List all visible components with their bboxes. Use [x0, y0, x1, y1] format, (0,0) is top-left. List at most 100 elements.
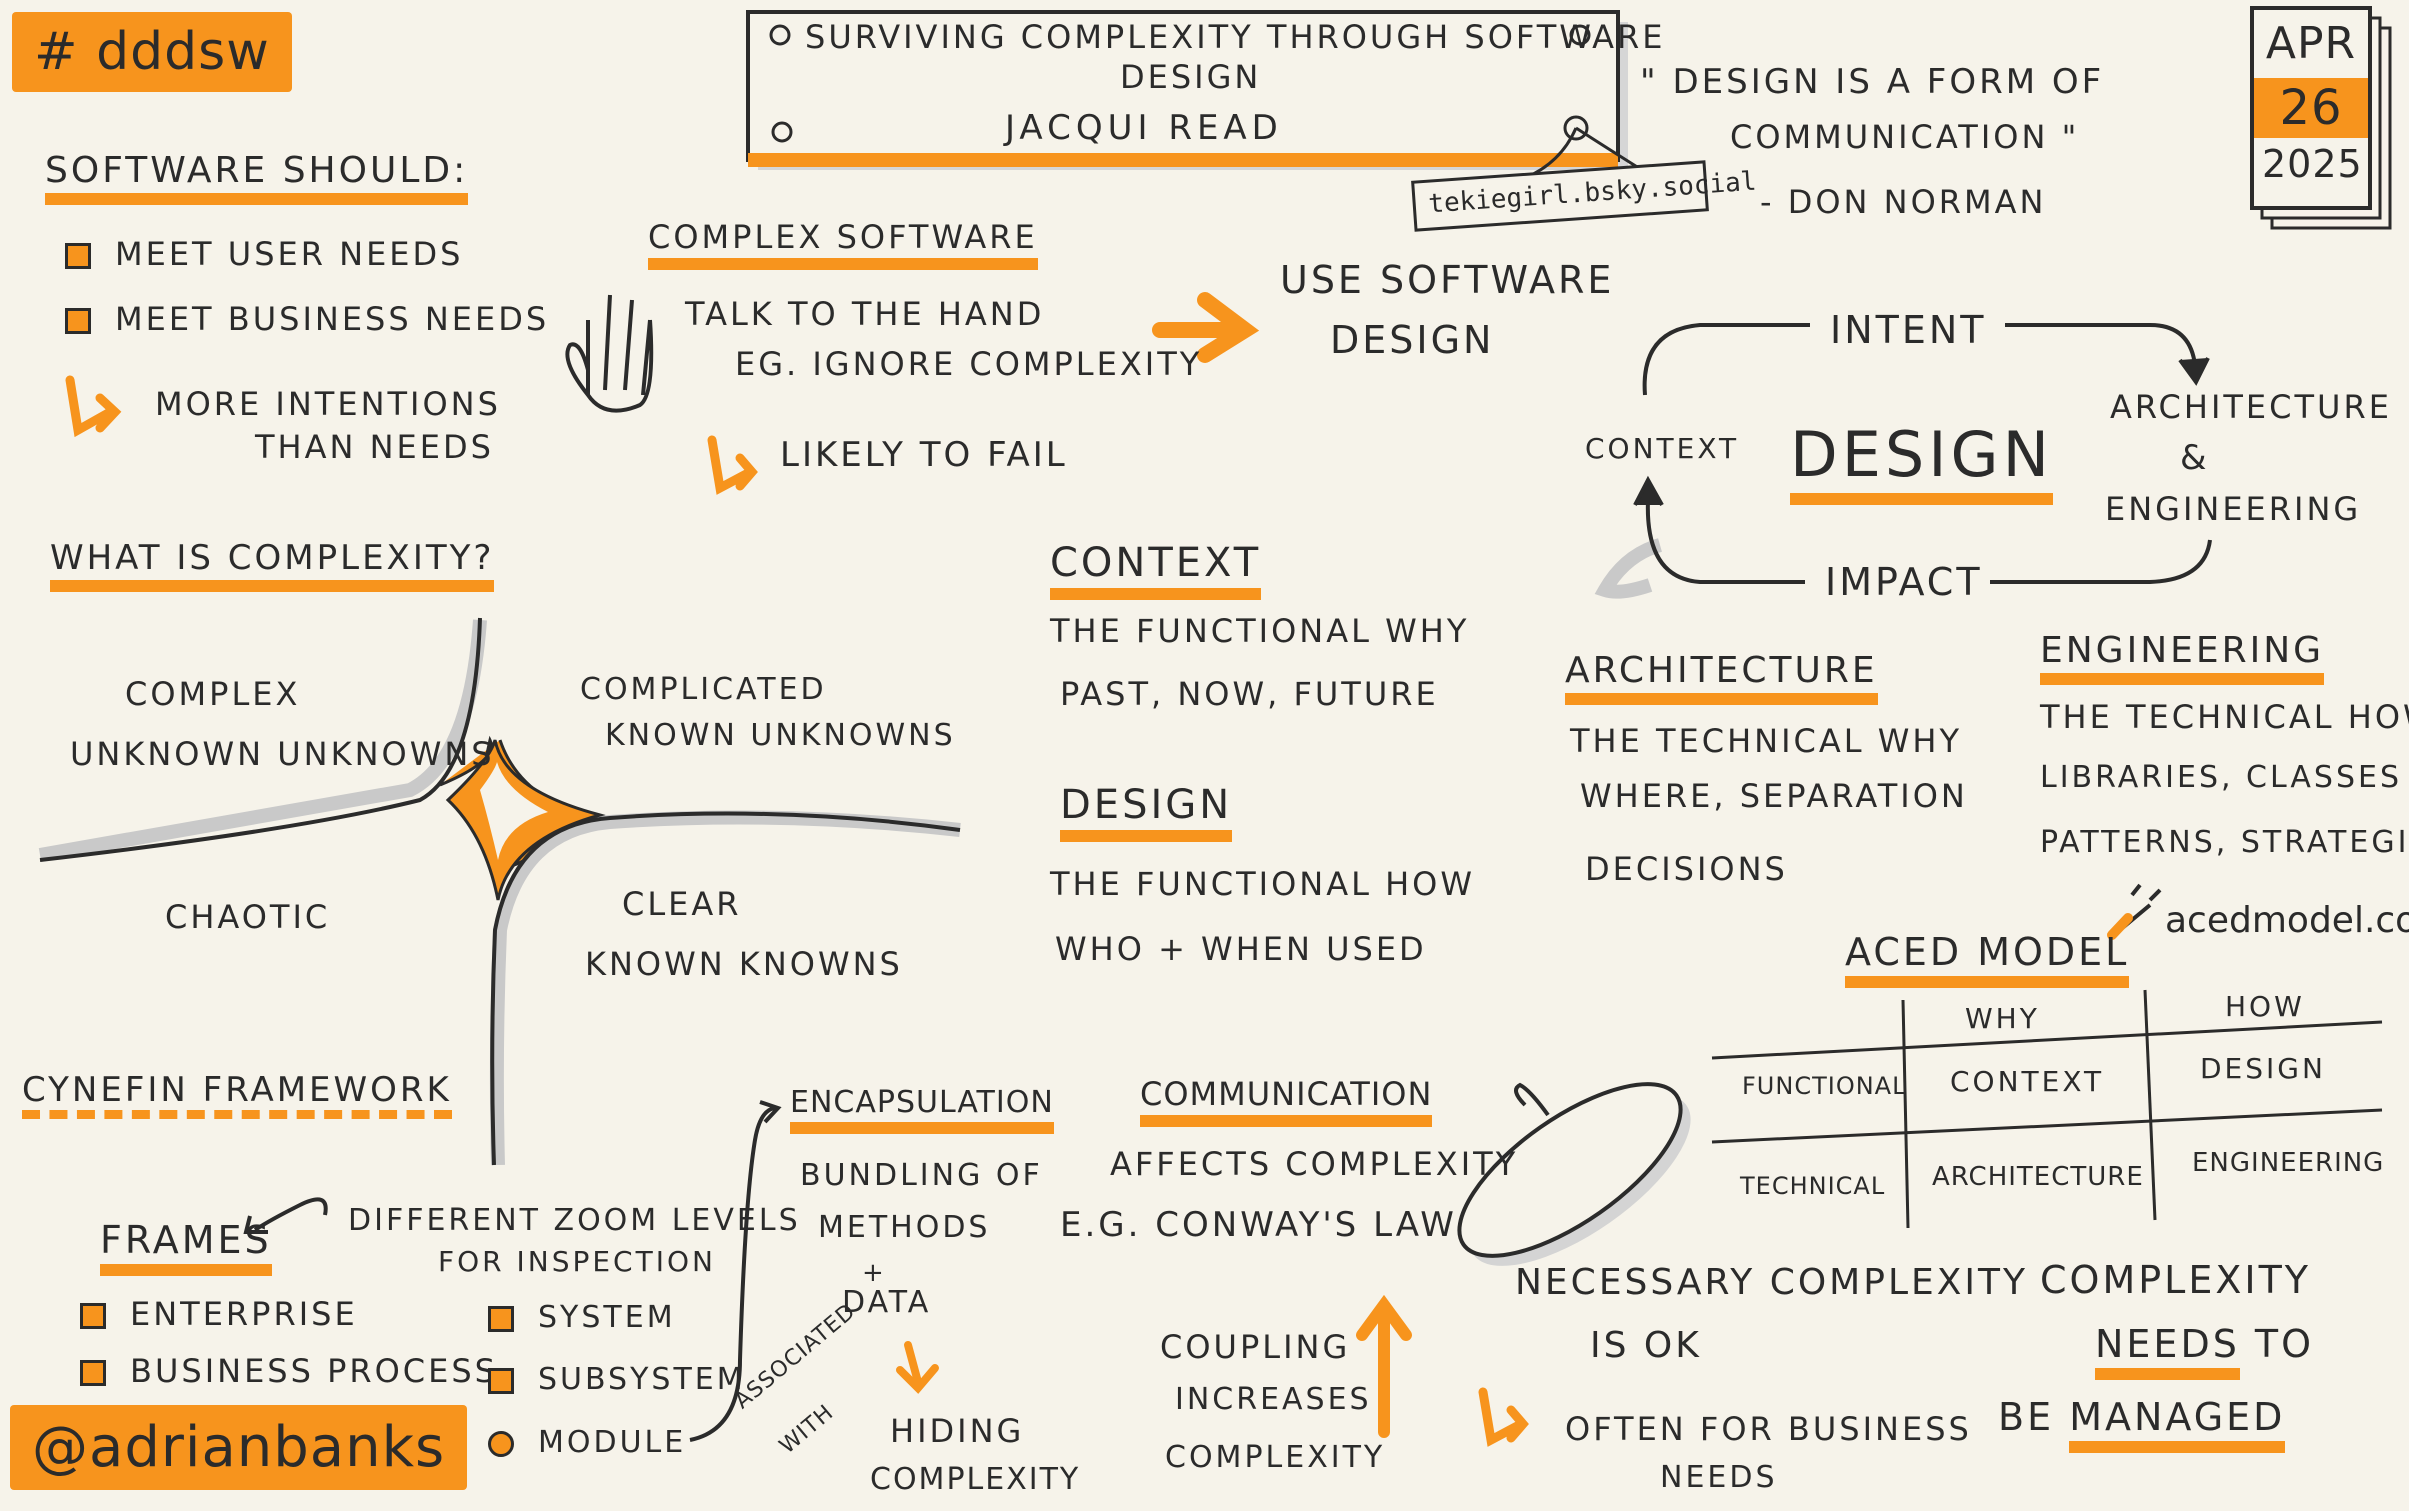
hiding-line1: Hiding	[890, 1412, 1025, 1450]
ignore-complexity-text: eg. Ignore complexity	[735, 345, 1203, 383]
speaker-name: Jacqui Read	[1005, 108, 1283, 148]
managed-word: managed	[2069, 1395, 2286, 1453]
down-arrow-icon	[896, 1341, 939, 1394]
managed-line3: be managed	[1998, 1395, 2286, 1453]
communication-heading: Communication	[1140, 1075, 1433, 1127]
coupling-line2: increases	[1175, 1382, 1372, 1417]
managed-line1: Complexity	[2040, 1258, 2311, 1302]
list-item: Meet business needs	[65, 300, 549, 338]
coupling-line1: Coupling	[1160, 1328, 1351, 1366]
bullet-icon	[80, 1303, 106, 1329]
aced-row-technical: Technical	[1740, 1172, 1886, 1200]
aced-col-why: Why	[1965, 1002, 2040, 1035]
calendar-month: Apr	[2265, 18, 2357, 69]
architecture-line2: Where, separation	[1580, 777, 1968, 815]
design-line2: Who + when used	[1055, 930, 1427, 968]
list-item: Meet user needs	[65, 235, 463, 273]
list-item: System	[488, 1300, 676, 1335]
aced-model-heading-text: ACED model	[1845, 930, 2130, 988]
cynefin-clear: Clear	[622, 885, 742, 923]
what-is-complexity-heading: What is complexity?	[50, 538, 495, 592]
cynefin-complicated: Complicated	[580, 672, 827, 707]
result-arrow-icon	[65, 375, 122, 438]
managed-be: be	[1998, 1395, 2055, 1439]
quote-author: - Don Norman	[1760, 183, 2047, 221]
complex-software-heading-text: Complex software	[648, 218, 1038, 270]
communication-line1: Affects complexity	[1110, 1145, 1519, 1183]
bullet-icon	[488, 1430, 514, 1457]
aced-model-heading: ACED model	[1845, 930, 2130, 988]
aced-col-how: How	[2225, 990, 2305, 1023]
aced-model-url[interactable]: acedmodel.com	[2165, 900, 2409, 941]
software-should-heading-text: Software should:	[45, 150, 469, 205]
managed-line2: needs to	[2095, 1322, 2314, 1380]
bullet-icon	[488, 1367, 514, 1394]
design-heading-text: Design	[1060, 782, 1233, 842]
author-handle-badge[interactable]: @adrianbanks	[10, 1405, 468, 1490]
cynefin-complex: Complex	[125, 675, 301, 713]
architecture-line3: Decisions	[1585, 850, 1788, 888]
necessary-line2: is OK	[1590, 1325, 1702, 1366]
use-software-design-line2: design	[1330, 318, 1495, 362]
list-item-label: System	[538, 1300, 676, 1335]
frames-heading: Frames	[100, 1218, 272, 1276]
use-software-design-line1: Use software	[1280, 258, 1615, 302]
encapsulation-heading: Encapsulation	[790, 1085, 1054, 1134]
architecture-line1: The technical why	[1570, 722, 1963, 760]
design-line1: The functional how	[1050, 865, 1475, 903]
bullet-icon	[65, 308, 91, 334]
encapsulation-line3: +	[862, 1258, 887, 1288]
encapsulation-line2: methods	[818, 1210, 991, 1245]
cycle-impact: Impact	[1825, 560, 1983, 604]
encapsulation-line1: Bundling of	[800, 1158, 1043, 1193]
communication-line2: e.g. Conway's law	[1060, 1205, 1457, 1245]
list-item-label: Enterprise	[130, 1295, 358, 1333]
talk-title-line1: Surviving complexity through software	[805, 18, 1666, 56]
result-arrow-icon	[1478, 1387, 1529, 1447]
context-heading: Context	[1050, 540, 1262, 600]
engineering-heading: Engineering	[2040, 630, 2325, 685]
frames-note-line2: for inspection	[438, 1245, 716, 1278]
bullet-icon	[80, 1360, 106, 1386]
complex-software-heading: Complex software	[648, 218, 1038, 270]
coupling-line3: complexity	[1165, 1440, 1386, 1475]
list-item-label: Module	[538, 1425, 687, 1460]
engineering-line3: Patterns, strategies	[2040, 825, 2409, 860]
aced-cell-design: Design	[2200, 1052, 2326, 1085]
frames-note-line1: Different zoom levels	[348, 1203, 801, 1238]
cynefin-framework-label: Cynefin framework	[22, 1070, 452, 1119]
cycle-context: Context	[1585, 432, 1740, 465]
hiding-line2: complexity	[870, 1462, 1081, 1497]
necessary-note-line1: Often for business	[1565, 1410, 1972, 1448]
cynefin-chaotic: Chaotic	[165, 898, 331, 936]
list-item-label: Subsystem	[538, 1362, 746, 1397]
aced-cell-architecture: Architecture	[1932, 1162, 2144, 1192]
talk-title-line2: design	[1120, 58, 1262, 96]
engineering-line1: The technical how	[2040, 698, 2409, 736]
communication-heading-text: Communication	[1140, 1075, 1433, 1127]
list-item: Module	[488, 1425, 686, 1460]
result-arrow-icon	[707, 435, 758, 495]
quote-line1: " Design is a form of	[1640, 62, 2105, 102]
cynefin-clear-desc: Known knowns	[585, 945, 903, 983]
calendar-day: 26	[2279, 80, 2343, 136]
bullet-icon	[65, 243, 91, 269]
likely-to-fail-text: Likely to fail	[780, 435, 1068, 475]
engineering-heading-text: Engineering	[2040, 630, 2325, 685]
calendar-year: 2025	[2262, 142, 2363, 186]
bullet-icon	[488, 1305, 514, 1332]
cynefin-complex-desc: Unknown unknowns	[70, 735, 495, 773]
software-should-heading: Software should:	[45, 150, 469, 205]
list-item: Enterprise	[80, 1295, 358, 1333]
cycle-intent: Intent	[1830, 308, 1987, 352]
talk-to-hand-text: Talk to the hand	[685, 295, 1045, 333]
list-item: Subsystem	[488, 1362, 746, 1397]
aced-cell-context: Context	[1950, 1065, 2105, 1098]
list-item: Business process	[80, 1352, 498, 1390]
cycle-arch-line1: Architecture	[2110, 388, 2392, 426]
context-heading-text: Context	[1050, 540, 1262, 600]
cynefin-framework-text: Cynefin framework	[22, 1070, 452, 1119]
cycle-arch-line2: &	[2180, 438, 2210, 478]
necessary-line1: Necessary complexity	[1515, 1262, 2029, 1303]
hand-icon	[565, 294, 654, 413]
